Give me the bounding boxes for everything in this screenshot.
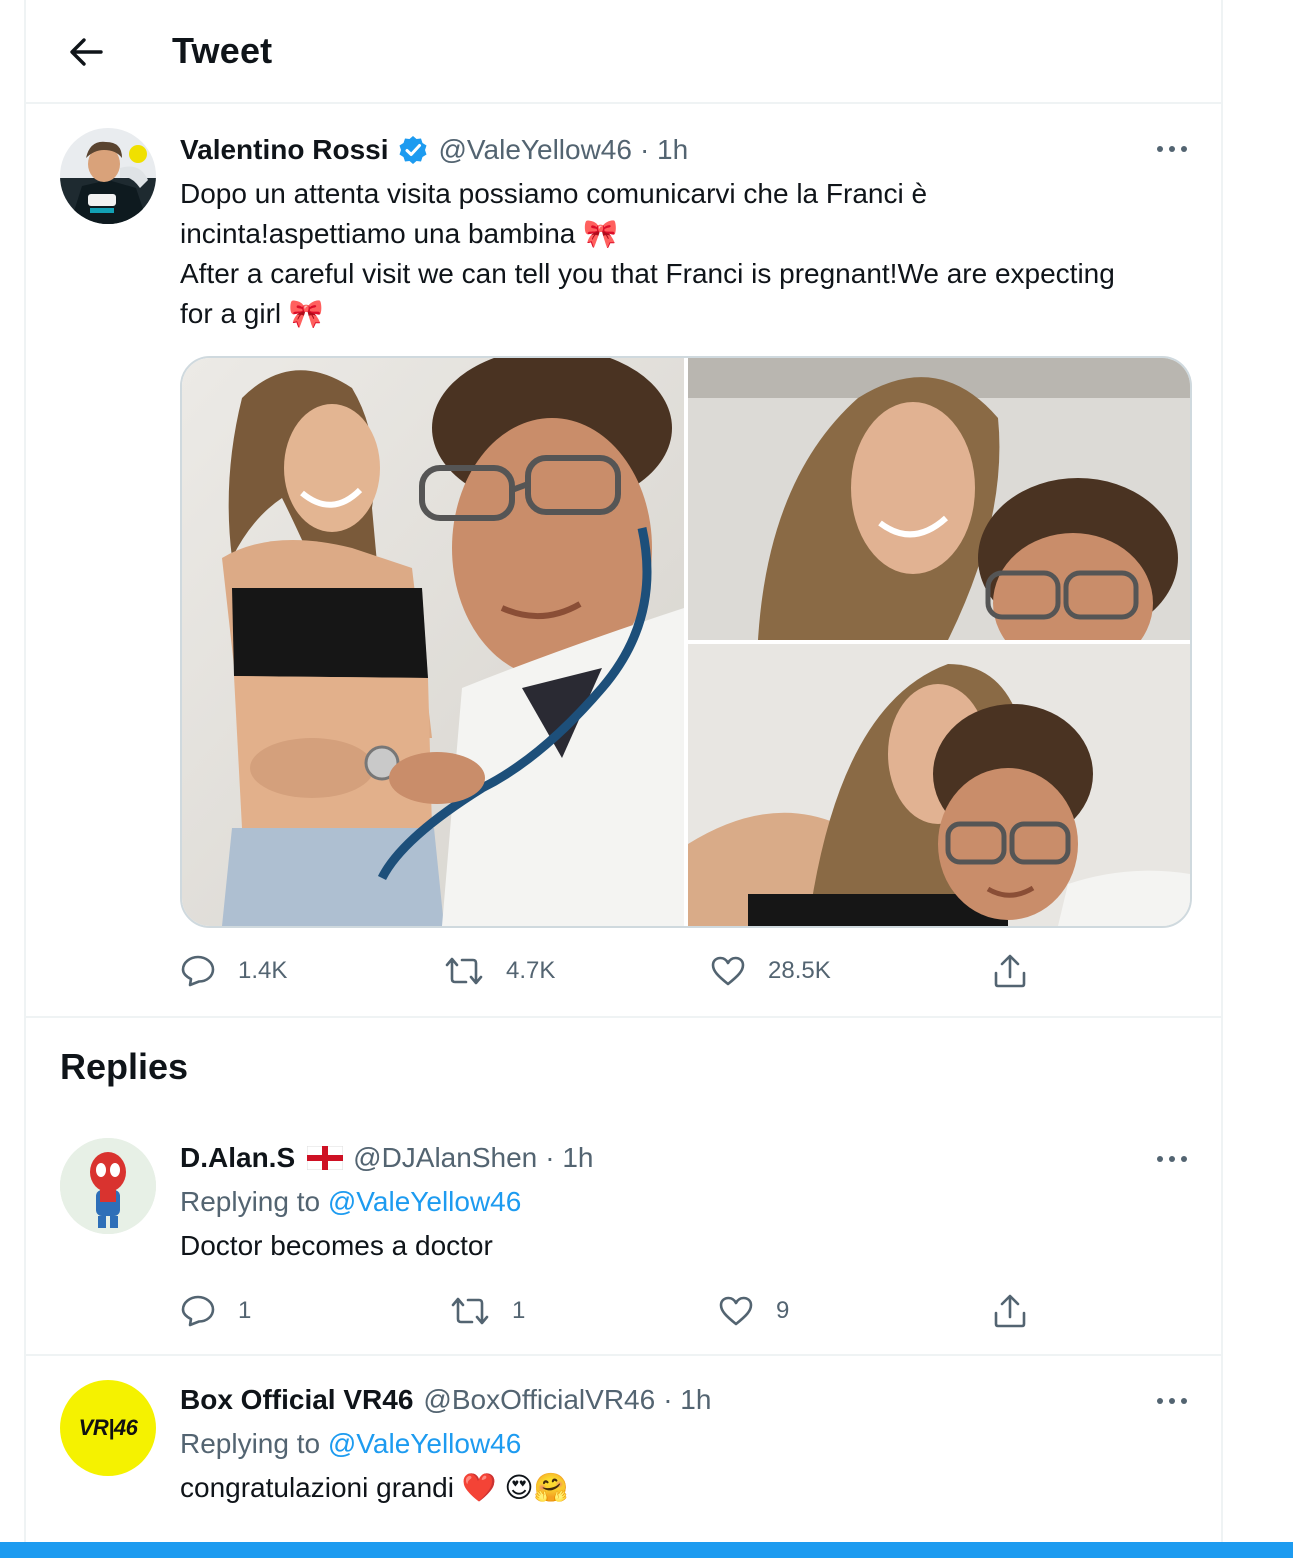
reply-more-options-button[interactable]	[1152, 1144, 1192, 1174]
tweet-text-line: incinta!aspettiamo una bambina 🎀	[180, 218, 619, 249]
reply-text: congratulazioni grandi ❤️ 😍🤗	[180, 1472, 569, 1503]
retweet-count: 4.7K	[506, 957, 556, 984]
replying-to-handle-link[interactable]: @ValeYellow46	[328, 1186, 521, 1217]
verified-badge-icon	[397, 134, 429, 166]
main-column: Tweet Valentino Rossi @ValeYellow46 · 1h…	[24, 0, 1223, 1558]
share-icon	[994, 954, 1026, 988]
reply-button[interactable]: 1.4K	[180, 946, 287, 996]
tweet-text: Dopo un attenta visita possiamo comunica…	[180, 174, 1210, 334]
england-flag-icon	[307, 1146, 344, 1170]
like-count: 28.5K	[768, 957, 831, 984]
tweet-text-line: Dopo un attenta visita possiamo comunica…	[180, 178, 928, 209]
reply-avatar[interactable]: VR|46	[60, 1380, 156, 1476]
share-button[interactable]	[992, 946, 1028, 996]
tweet-media-grid	[180, 356, 1192, 928]
reply-count: 1.4K	[238, 957, 288, 984]
retweet-button[interactable]: 4.7K	[444, 946, 555, 996]
reply-actions: 1 1 9	[180, 1286, 1080, 1336]
reply-more-options-button[interactable]	[1152, 1386, 1192, 1416]
replying-to: Replying to @ValeYellow46	[180, 1182, 521, 1222]
tweet-time[interactable]: · 1h	[640, 134, 688, 166]
heart-icon	[719, 1296, 753, 1326]
replying-to: Replying to @ValeYellow46	[180, 1424, 521, 1464]
reply-author-name[interactable]: Box Official VR46	[180, 1384, 413, 1416]
replying-to-label: Replying to	[180, 1428, 321, 1459]
retweet-button[interactable]: 1	[450, 1286, 525, 1336]
tweet-text-line: for a girl 🎀	[180, 298, 324, 329]
more-dots-icon	[1157, 146, 1187, 152]
author-avatar[interactable]	[60, 128, 156, 224]
tweet-text-line: After a careful visit we can tell you th…	[180, 258, 1115, 289]
replying-to-label: Replying to	[180, 1186, 321, 1217]
retweet-count: 1	[512, 1297, 526, 1324]
share-icon	[994, 1294, 1026, 1328]
reply-time[interactable]: · 1h	[545, 1142, 593, 1174]
arrow-left-icon	[70, 38, 103, 66]
page-header: Tweet	[26, 0, 1221, 104]
more-dots-icon	[1157, 1398, 1187, 1404]
heart-icon	[711, 956, 745, 986]
page-title: Tweet	[172, 30, 273, 71]
reply-icon	[181, 1295, 215, 1327]
reply-meta: Box Official VR46 @BoxOfficialVR46 · 1h	[180, 1380, 711, 1420]
share-button[interactable]	[992, 1286, 1028, 1336]
photo-selfie-top[interactable]	[688, 358, 1190, 640]
like-button[interactable]: 9	[718, 1286, 789, 1336]
more-options-button[interactable]	[1152, 134, 1192, 164]
reply-author-name[interactable]: D.Alan.S	[180, 1142, 295, 1174]
reply-author-handle[interactable]: @DJAlanShen	[353, 1142, 537, 1174]
divider	[26, 1016, 1221, 1018]
reply-author-handle[interactable]: @BoxOfficialVR46	[423, 1384, 655, 1416]
tweet-meta: Valentino Rossi @ValeYellow46 · 1h	[180, 130, 688, 170]
reply-button[interactable]: 1	[180, 1286, 251, 1336]
replies-heading: Replies	[60, 1046, 189, 1087]
more-dots-icon	[1157, 1156, 1187, 1162]
photo-selfie-bottom[interactable]	[688, 644, 1190, 926]
vr46-logo: VR|46	[78, 1415, 138, 1440]
retweet-icon	[445, 957, 483, 985]
replying-to-handle-link[interactable]: @ValeYellow46	[328, 1428, 521, 1459]
reply-meta: D.Alan.S @DJAlanShen · 1h	[180, 1138, 593, 1178]
like-button[interactable]: 28.5K	[710, 946, 831, 996]
photo-stethoscope[interactable]	[182, 358, 684, 926]
like-count: 9	[776, 1297, 790, 1324]
bottom-bar	[0, 1542, 1293, 1558]
back-button[interactable]	[62, 28, 110, 76]
reply-text: Doctor becomes a doctor	[180, 1230, 493, 1261]
author-name[interactable]: Valentino Rossi	[180, 134, 389, 166]
tweet-actions: 1.4K 4.7K 28.5K	[180, 946, 1080, 996]
divider	[26, 1354, 1221, 1356]
reply-icon	[181, 955, 215, 987]
reply-count: 1	[238, 1297, 252, 1324]
reply-avatar[interactable]	[60, 1138, 156, 1234]
retweet-icon	[451, 1297, 489, 1325]
author-handle[interactable]: @ValeYellow46	[439, 134, 632, 166]
reply-time[interactable]: · 1h	[663, 1384, 711, 1416]
